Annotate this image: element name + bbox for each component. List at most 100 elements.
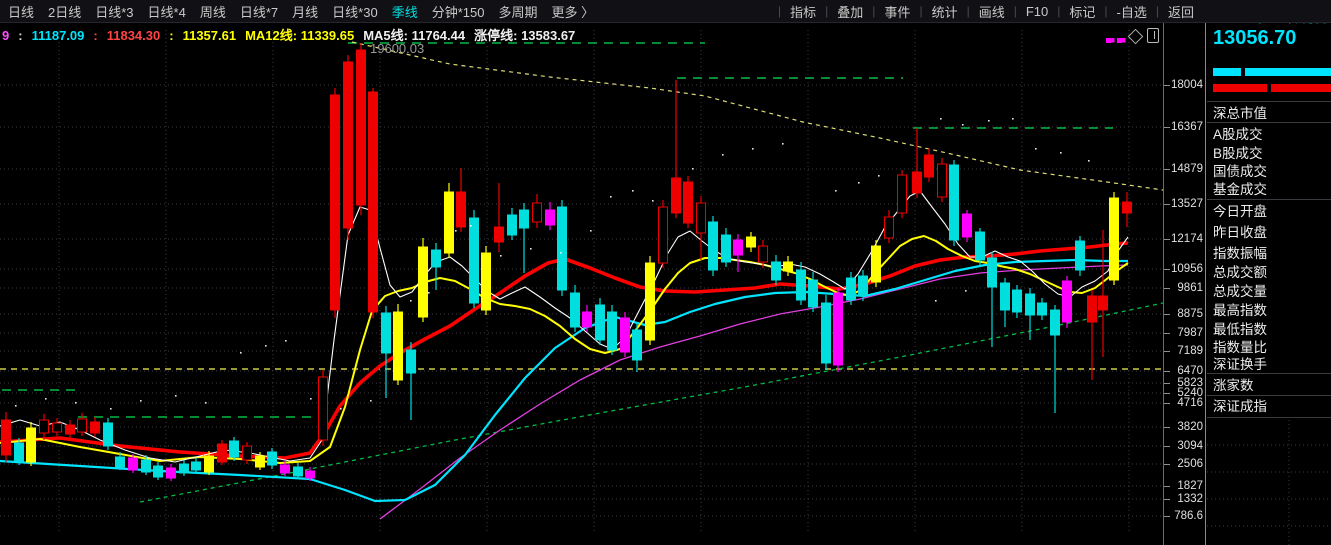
buy-volume-bar (1213, 84, 1267, 92)
tools-menu-item--自选[interactable]: -自选 (1108, 2, 1156, 21)
candle (1, 419, 11, 456)
candle (821, 302, 831, 364)
period-menu-item-日线*7[interactable]: 日线*7 (240, 2, 278, 21)
period-menu-item-月线[interactable]: 月线 (292, 2, 318, 21)
sidebar-separator (1207, 395, 1331, 396)
candle (1025, 293, 1035, 316)
candle (962, 213, 972, 238)
sidebar-item-总成交量[interactable]: 总成交量 (1213, 280, 1267, 300)
axis-tick (1164, 383, 1170, 384)
period-menu-item-日线[interactable]: 日线 (8, 2, 34, 21)
sidebar-item-最高指数[interactable]: 最高指数 (1213, 299, 1267, 319)
axis-tick (1164, 169, 1170, 170)
period-menu-item-周线[interactable]: 周线 (200, 2, 226, 21)
period-menu-item-多周期[interactable]: 多周期 (498, 2, 537, 21)
tools-menu-item-返回[interactable]: 返回 (1159, 2, 1203, 21)
sidebar-item-今日开盘[interactable]: 今日开盘 (1213, 200, 1267, 220)
sidebar-item-B股成交[interactable]: B股成交 (1213, 142, 1263, 162)
sidebar-item-A股成交[interactable]: A股成交 (1213, 123, 1263, 143)
sidebar-item-最低指数[interactable]: 最低指数 (1213, 318, 1267, 338)
candle (26, 427, 36, 463)
candle (255, 455, 265, 468)
axis-tick (1164, 393, 1170, 394)
axis-label: 12174 (1171, 233, 1203, 245)
candle (557, 206, 567, 291)
candle (90, 421, 100, 434)
candle (494, 226, 504, 243)
candle (481, 252, 491, 311)
tools-menu-item-统计[interactable]: 统计 (923, 2, 967, 21)
tools-menu: | 指标 | 叠加 | 事件 | 统计 | 画线 | F10 | 标记 | -自选 | 返回 (778, 0, 1203, 22)
sidebar-item-昨日收盘[interactable]: 昨日收盘 (1213, 221, 1267, 241)
sidebar-separator (1207, 199, 1331, 200)
candle (620, 317, 630, 353)
period-menu-item-日线*3[interactable]: 日线*3 (95, 2, 133, 21)
sidebar-item-指数振幅[interactable]: 指数振幅 (1213, 242, 1267, 262)
tools-menu-item-叠加[interactable]: 叠加 (828, 2, 872, 21)
candle (1109, 197, 1119, 281)
period-menu-item-更多 〉[interactable]: 更多 〉 (551, 2, 594, 21)
magenta-marker-dot (1117, 38, 1122, 43)
sidebar-separator (1207, 417, 1331, 418)
sidebar-separator (1207, 122, 1331, 123)
candle (884, 216, 894, 239)
sidebar-item-涨家数[interactable]: 涨家数 (1213, 374, 1254, 394)
candle (721, 234, 731, 263)
axis-label: 6470 (1177, 365, 1203, 377)
candle (1050, 309, 1060, 336)
tools-menu-item-指标[interactable]: 指标 (781, 2, 825, 21)
axis-label: 13527 (1171, 198, 1203, 210)
period-menu-item-季线[interactable]: 季线 (392, 2, 418, 21)
candle (330, 94, 340, 311)
candle (846, 277, 856, 301)
candle (519, 209, 529, 229)
sidebar-item-国债成交[interactable]: 国债成交 (1213, 160, 1267, 180)
candle (733, 239, 743, 256)
candle (796, 269, 806, 301)
candle (418, 246, 428, 318)
axis-label: 9861 (1177, 282, 1203, 294)
axis-tick (1164, 486, 1170, 487)
axis-label: 3820 (1177, 421, 1203, 433)
candle (897, 174, 907, 214)
candle (545, 209, 555, 226)
note-icon[interactable] (1147, 28, 1159, 43)
candle (343, 61, 353, 229)
sidebar-item-深证成指[interactable]: 深证成指 (1213, 395, 1267, 415)
candle (179, 463, 189, 474)
candle (1098, 295, 1108, 311)
sidebar-item-基金成交[interactable]: 基金成交 (1213, 178, 1267, 198)
price-axis: 18004 16367 14879 13527 12174 10956 9861 8875 79… (1163, 22, 1206, 545)
period-menu-item-分钟*150[interactable]: 分钟*150 (432, 2, 485, 21)
axis-label: 786.6 (1174, 510, 1203, 522)
tools-menu-item-标记[interactable]: 标记 (1060, 2, 1104, 21)
period-menu-item-日线*30[interactable]: 日线*30 (332, 2, 378, 21)
tools-menu-item-F10[interactable]: F10 (1017, 4, 1057, 19)
candle (507, 214, 517, 236)
ma-line-ma_cyan (0, 258, 1128, 503)
candle (683, 181, 693, 224)
candle (1087, 295, 1097, 323)
sidebar-item-总成交额[interactable]: 总成交额 (1213, 261, 1267, 281)
axis-tick (1164, 403, 1170, 404)
sidebar-item-深证换手[interactable]: 深证换手 (1213, 353, 1267, 373)
sidebar-mini-grid (1207, 420, 1331, 545)
period-menu-item-2日线[interactable]: 2日线 (48, 2, 81, 21)
sidebar-separator (1207, 101, 1331, 102)
tools-menu-item-事件[interactable]: 事件 (875, 2, 919, 21)
candle (645, 262, 655, 341)
candle (696, 202, 706, 234)
sidebar-separator (1207, 373, 1331, 374)
candle (191, 461, 201, 471)
tools-menu-item-画线[interactable]: 画线 (970, 2, 1014, 21)
candle (1075, 240, 1085, 271)
price-chart-canvas[interactable] (0, 0, 1331, 545)
axis-tick (1164, 314, 1170, 315)
candle (987, 257, 997, 288)
axis-label: 8875 (1177, 308, 1203, 320)
sidebar-item-深总市值[interactable]: 深总市值 (1213, 102, 1267, 122)
quote-sidebar: G 深证成指 13056.70 深总市值A股成交B股成交国债成交基金成交今日开盘… (1205, 0, 1331, 545)
period-menu-item-日线*4[interactable]: 日线*4 (148, 2, 186, 21)
candle (1000, 282, 1010, 311)
axis-label: 10956 (1171, 263, 1203, 275)
